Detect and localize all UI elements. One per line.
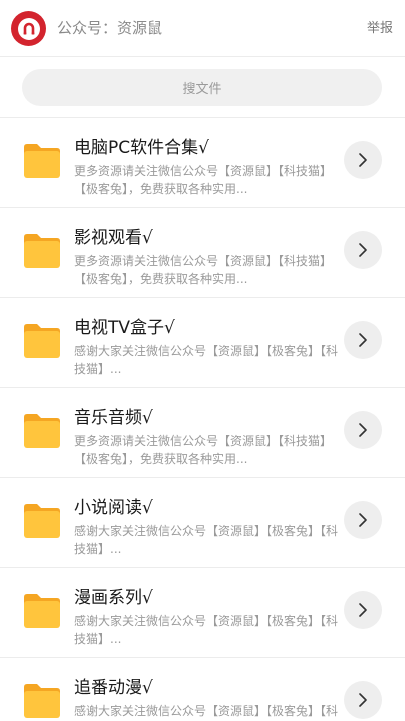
account-name: 公众号：资源鼠 xyxy=(57,19,163,37)
item-description: 感谢大家关注微信公众号【资源鼠】【极客兔】【科技猫】... xyxy=(74,704,339,718)
item-title: 音乐音频√ xyxy=(74,408,153,428)
folder-icon xyxy=(22,592,62,630)
top-bar: 公众号：资源鼠 举报 xyxy=(0,0,405,57)
item-description: 感谢大家关注微信公众号【资源鼠】【极客兔】【科技猫】... xyxy=(74,614,339,646)
search-input[interactable]: 搜文件 xyxy=(22,69,382,106)
list-item[interactable]: 影视观看√ 更多资源请关注微信公众号【资源鼠】【科技猫】【极客兔】，免费获取各种实… xyxy=(0,208,405,298)
open-folder-button[interactable] xyxy=(344,231,382,269)
chevron-right-icon xyxy=(357,513,369,527)
folder-icon xyxy=(22,502,62,540)
chevron-right-icon xyxy=(357,243,369,257)
open-folder-button[interactable] xyxy=(344,591,382,629)
item-description: 感谢大家关注微信公众号【资源鼠】【极客兔】【科技猫】... xyxy=(74,344,339,376)
chevron-right-icon xyxy=(357,603,369,617)
item-title: 影视观看√ xyxy=(74,228,153,248)
folder-icon xyxy=(22,142,62,180)
item-description: 更多资源请关注微信公众号【资源鼠】【科技猫】【极客兔】，免费获取各种实用... xyxy=(74,164,333,196)
folder-icon xyxy=(22,322,62,360)
item-description: 更多资源请关注微信公众号【资源鼠】【科技猫】【极客兔】，免费获取各种实用... xyxy=(74,434,333,466)
chevron-right-icon xyxy=(357,693,369,707)
open-folder-button[interactable] xyxy=(344,321,382,359)
list-item[interactable]: 电脑PC软件合集√ 更多资源请关注微信公众号【资源鼠】【科技猫】【极客兔】，免费获… xyxy=(0,118,405,208)
open-folder-button[interactable] xyxy=(344,681,382,719)
open-folder-button[interactable] xyxy=(344,501,382,539)
item-title: 漫画系列√ xyxy=(74,588,153,608)
item-title: 追番动漫√ xyxy=(74,678,153,698)
file-list: 电脑PC软件合集√ 更多资源请关注微信公众号【资源鼠】【科技猫】【极客兔】，免费获… xyxy=(0,118,405,721)
report-button[interactable]: 举报 xyxy=(367,19,393,39)
open-folder-button[interactable] xyxy=(344,141,382,179)
folder-icon xyxy=(22,412,62,450)
chevron-right-icon xyxy=(357,333,369,347)
list-item[interactable]: 电视TV盒子√ 感谢大家关注微信公众号【资源鼠】【极客兔】【科技猫】... xyxy=(0,298,405,388)
avatar[interactable] xyxy=(11,11,46,46)
item-title: 小说阅读√ xyxy=(74,498,153,518)
item-title: 电视TV盒子√ xyxy=(74,318,175,338)
folder-icon xyxy=(22,232,62,270)
list-item[interactable]: 漫画系列√ 感谢大家关注微信公众号【资源鼠】【极客兔】【科技猫】... xyxy=(0,568,405,658)
item-description: 更多资源请关注微信公众号【资源鼠】【科技猫】【极客兔】，免费获取各种实用... xyxy=(74,254,333,286)
item-description: 感谢大家关注微信公众号【资源鼠】【极客兔】【科技猫】... xyxy=(74,524,339,556)
folder-icon xyxy=(22,682,62,720)
list-item[interactable]: 音乐音频√ 更多资源请关注微信公众号【资源鼠】【科技猫】【极客兔】，免费获取各种实… xyxy=(0,388,405,478)
chevron-right-icon xyxy=(357,423,369,437)
list-item[interactable]: 追番动漫√ 感谢大家关注微信公众号【资源鼠】【极客兔】【科技猫】... xyxy=(0,658,405,721)
item-title: 电脑PC软件合集√ xyxy=(74,138,209,158)
list-item[interactable]: 小说阅读√ 感谢大家关注微信公众号【资源鼠】【极客兔】【科技猫】... xyxy=(0,478,405,568)
horseshoe-magnet-icon xyxy=(17,17,40,40)
search-placeholder: 搜文件 xyxy=(182,82,222,97)
chevron-right-icon xyxy=(357,153,369,167)
open-folder-button[interactable] xyxy=(344,411,382,449)
